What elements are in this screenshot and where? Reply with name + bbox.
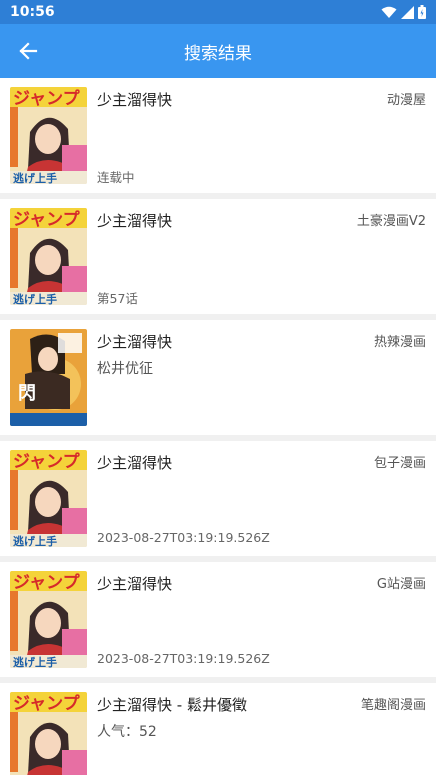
back-button[interactable] xyxy=(0,24,56,78)
arrow-left-icon xyxy=(19,42,38,60)
battery-icon xyxy=(418,5,426,19)
result-item[interactable]: 閃 少主溜得快 热辣漫画松井优征 xyxy=(0,320,436,435)
wifi-icon xyxy=(381,6,397,18)
result-status: 2023-08-27T03:19:19.526Z xyxy=(97,530,270,545)
signal-icon xyxy=(401,5,414,19)
result-source: 包子漫画 xyxy=(373,456,426,471)
result-status: 2023-08-27T03:19:19.526Z xyxy=(97,651,270,666)
svg-text:逃げ上手: 逃げ上手 xyxy=(13,534,57,547)
svg-text:閃: 閃 xyxy=(18,383,36,404)
result-status: 连载中 xyxy=(97,170,135,185)
svg-text:ジャンプ: ジャンプ xyxy=(13,209,81,230)
svg-text:逃げ上手: 逃げ上手 xyxy=(13,171,57,184)
svg-text:ジャンプ: ジャンプ xyxy=(13,693,81,714)
cover-image: ジャンプ 逃げ上手 xyxy=(10,208,87,305)
app-bar: 搜索结果 xyxy=(0,24,436,78)
result-source: 土豪漫画V2 xyxy=(356,214,426,229)
result-item[interactable]: ジャンプ 逃げ上手 少主溜得快 - 鬆井優徵 笔趣阁漫画人气：52 xyxy=(0,683,436,775)
page-title: 搜索结果 xyxy=(184,43,252,64)
result-item[interactable]: ジャンプ 逃げ上手 少主溜得快 土豪漫画V2 第57话 xyxy=(0,199,436,314)
svg-text:ジャンプ: ジャンプ xyxy=(13,88,81,109)
status-icons xyxy=(381,5,426,19)
result-title: 少主溜得快 xyxy=(97,212,173,230)
result-title: 少主溜得快 xyxy=(97,333,173,351)
svg-text:逃げ上手: 逃げ上手 xyxy=(13,292,57,305)
result-title: 少主溜得快 xyxy=(97,454,173,472)
result-title: 少主溜得快 xyxy=(97,91,173,109)
search-results-list[interactable]: ジャンプ 逃げ上手 少主溜得快 动漫屋 连载中 ジャンプ 逃げ上手 少主溜得快 土豪漫… xyxy=(0,78,436,775)
cover-image: ジャンプ 逃げ上手 xyxy=(10,692,87,775)
result-title: 少主溜得快 xyxy=(97,575,173,593)
cover-image: 閃 xyxy=(10,329,87,426)
cover-image: ジャンプ 逃げ上手 xyxy=(10,87,87,184)
result-item[interactable]: ジャンプ 逃げ上手 少主溜得快 动漫屋连载中 xyxy=(0,78,436,193)
result-source: 笔趣阁漫画 xyxy=(360,698,426,713)
result-item[interactable]: ジャンプ 逃げ上手 少主溜得快 G站漫画 2023-08-27T03:19:19.5… xyxy=(0,562,436,677)
result-title: 少主溜得快 - 鬆井優徵 xyxy=(97,696,247,714)
svg-text:ジャンプ: ジャンプ xyxy=(13,572,81,593)
result-source: 动漫屋 xyxy=(386,93,426,108)
result-source: 热辣漫画 xyxy=(373,335,426,350)
result-status: 第57话 xyxy=(97,291,138,306)
result-subtitle: 人气：52 xyxy=(97,724,157,740)
status-bar: 10:56 xyxy=(0,0,436,24)
cover-image: ジャンプ 逃げ上手 xyxy=(10,450,87,547)
result-source: G站漫画 xyxy=(376,577,426,592)
svg-text:逃げ上手: 逃げ上手 xyxy=(13,655,57,668)
result-item[interactable]: ジャンプ 逃げ上手 少主溜得快 包子漫画 2023-08-27T03:19:19.5… xyxy=(0,441,436,556)
cover-image: ジャンプ 逃げ上手 xyxy=(10,571,87,668)
result-subtitle: 松井优征 xyxy=(97,361,153,377)
svg-text:ジャンプ: ジャンプ xyxy=(13,451,81,472)
status-time: 10:56 xyxy=(10,4,55,20)
